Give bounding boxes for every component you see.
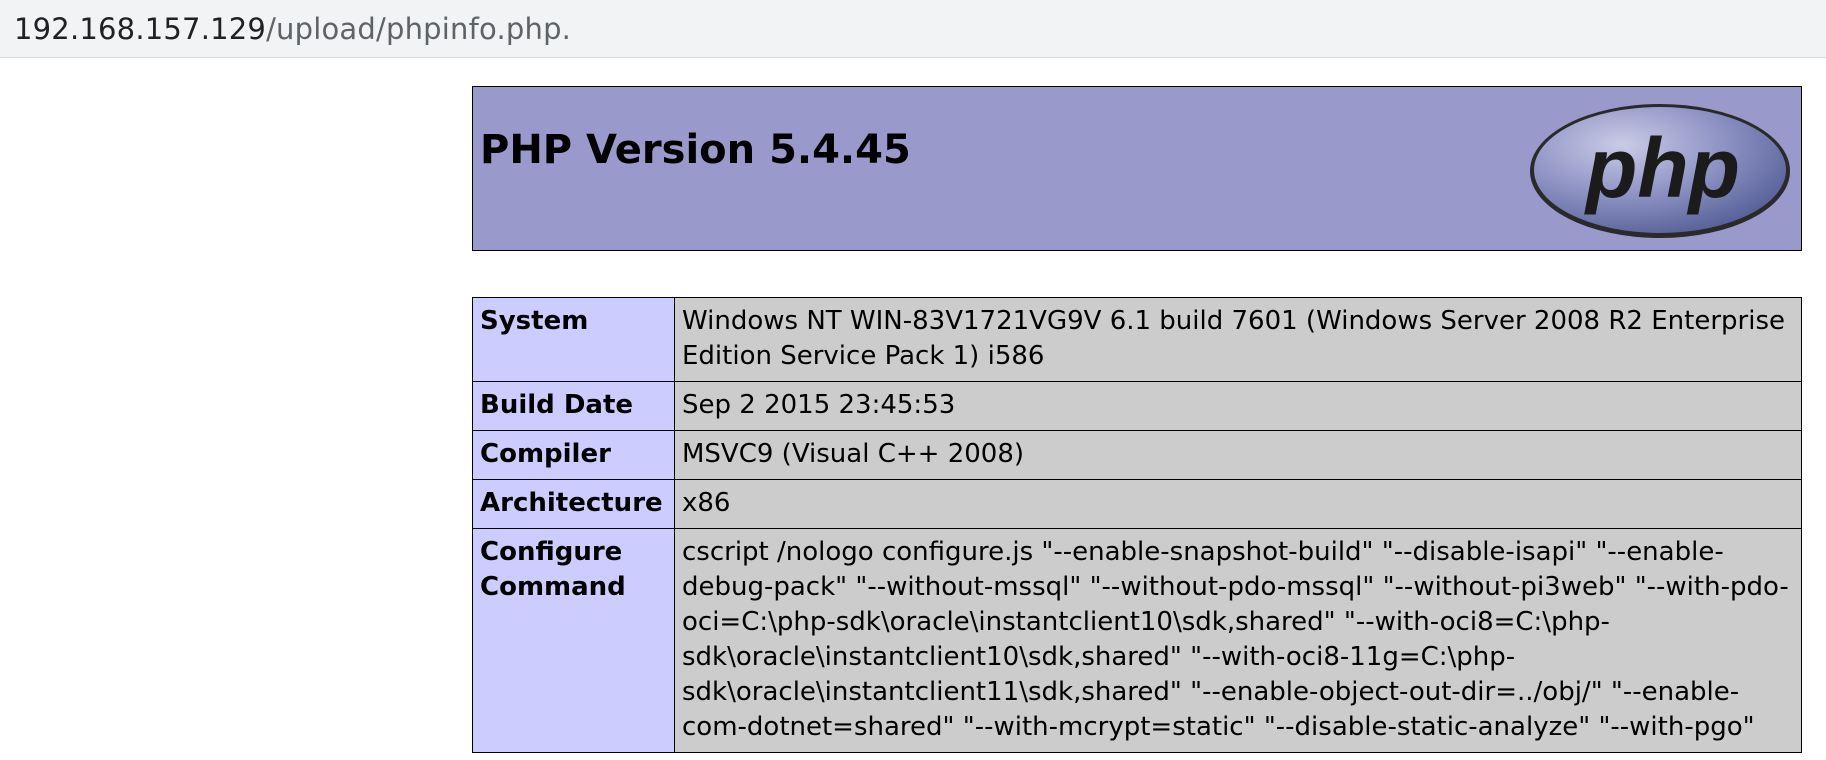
info-value: x86 [674,479,1802,529]
info-label: System [472,297,675,382]
php-logo-text: php [1584,121,1740,215]
info-value: cscript /nologo configure.js "--enable-s… [674,528,1802,753]
page-title: PHP Version 5.4.45 [480,127,911,173]
url-host: 192.168.157.129 [14,12,267,46]
info-row: Configure Command cscript /nologo configu… [472,528,1802,753]
info-value: Sep 2 2015 23:45:53 [674,381,1802,431]
info-value: MSVC9 (Visual C++ 2008) [674,430,1802,480]
info-row: Build Date Sep 2 2015 23:45:53 [472,381,1802,431]
info-row: Compiler MSVC9 (Visual C++ 2008) [472,430,1802,480]
info-label: Configure Command [472,528,675,753]
url-text[interactable]: 192.168.157.129/upload/phpinfo.php. [14,12,571,46]
info-label: Build Date [472,381,675,431]
info-table: System Windows NT WIN-83V1721VG9V 6.1 bui… [472,297,1802,753]
phpinfo-header: PHP Version 5.4.45 php [472,86,1802,251]
info-value: Windows NT WIN-83V1721VG9V 6.1 build 760… [674,297,1802,382]
php-logo[interactable]: php [1528,101,1793,241]
info-row: System Windows NT WIN-83V1721VG9V 6.1 bui… [472,297,1802,382]
address-bar[interactable]: 192.168.157.129/upload/phpinfo.php. [0,0,1826,58]
info-label: Compiler [472,430,675,480]
info-label: Architecture [472,479,675,529]
info-row: Architecture x86 [472,479,1802,529]
url-path: /upload/phpinfo.php. [266,12,572,46]
